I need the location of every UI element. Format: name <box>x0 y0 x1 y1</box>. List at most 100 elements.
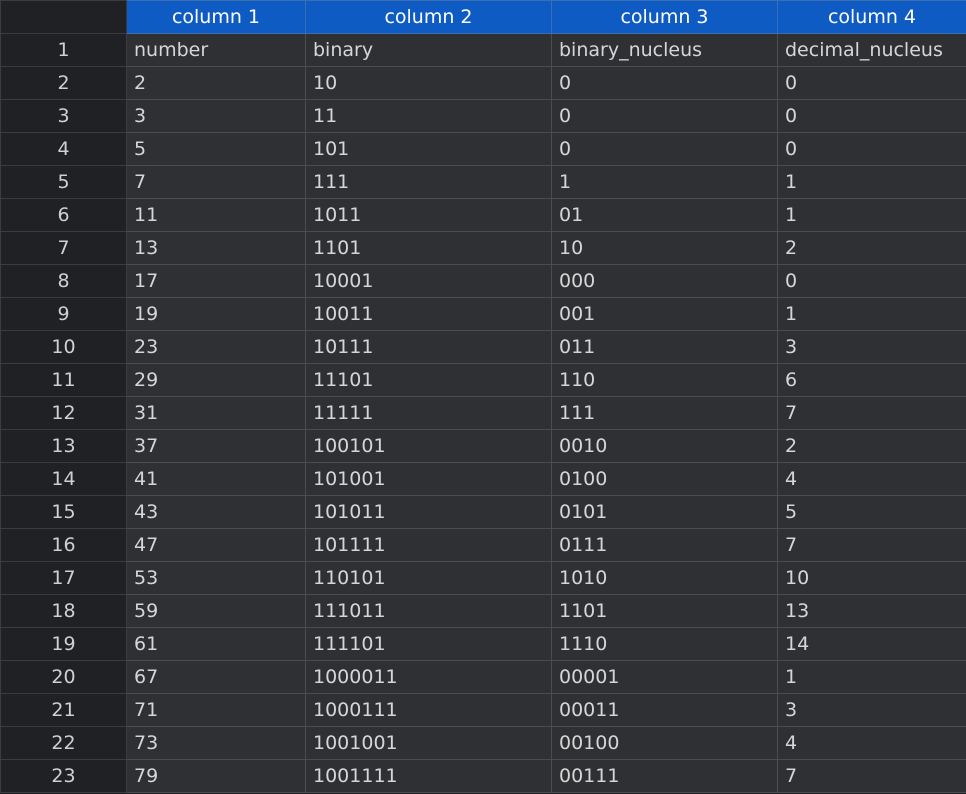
cell-col-2[interactable]: 1011 <box>305 198 552 232</box>
cell-col-3[interactable]: 00001 <box>551 660 778 694</box>
cell-col-2[interactable]: 11111 <box>305 396 552 430</box>
cell-col-2[interactable]: 110101 <box>305 561 552 595</box>
row-number[interactable]: 18 <box>0 594 127 628</box>
cell-col-2[interactable]: 10 <box>305 66 552 100</box>
cell-col-1[interactable]: 31 <box>126 396 306 430</box>
cell-col-3[interactable]: 0 <box>551 132 778 166</box>
cell-col-4[interactable]: 0 <box>777 132 966 166</box>
cell-col-4[interactable]: 4 <box>777 462 966 496</box>
corner-cell[interactable] <box>0 0 127 34</box>
cell-col-4[interactable]: 1 <box>777 297 966 331</box>
cell-col-1[interactable]: number <box>126 33 306 67</box>
cell-col-2[interactable]: 10111 <box>305 330 552 364</box>
cell-col-2[interactable]: 10001 <box>305 264 552 298</box>
cell-col-2[interactable]: 11101 <box>305 363 552 397</box>
row-number[interactable]: 19 <box>0 627 127 661</box>
cell-col-1[interactable]: 2 <box>126 66 306 100</box>
row-number[interactable]: 12 <box>0 396 127 430</box>
cell-col-3[interactable]: 111 <box>551 396 778 430</box>
cell-col-1[interactable]: 47 <box>126 528 306 562</box>
cell-col-2[interactable]: 101011 <box>305 495 552 529</box>
cell-col-1[interactable]: 37 <box>126 429 306 463</box>
row-number[interactable]: 23 <box>0 759 127 793</box>
row-number[interactable]: 20 <box>0 660 127 694</box>
cell-col-3[interactable]: 0 <box>551 66 778 100</box>
cell-col-2[interactable]: 111101 <box>305 627 552 661</box>
row-number[interactable]: 3 <box>0 99 127 133</box>
column-header-3[interactable]: column 3 <box>551 0 778 34</box>
cell-col-3[interactable]: 0100 <box>551 462 778 496</box>
cell-col-3[interactable]: 00100 <box>551 726 778 760</box>
cell-col-1[interactable]: 5 <box>126 132 306 166</box>
cell-col-4[interactable]: 5 <box>777 495 966 529</box>
cell-col-2[interactable]: 111011 <box>305 594 552 628</box>
cell-col-4[interactable]: 4 <box>777 726 966 760</box>
cell-col-1[interactable]: 11 <box>126 198 306 232</box>
row-number[interactable]: 17 <box>0 561 127 595</box>
cell-col-1[interactable]: 73 <box>126 726 306 760</box>
cell-col-1[interactable]: 29 <box>126 363 306 397</box>
row-number[interactable]: 11 <box>0 363 127 397</box>
row-number[interactable]: 6 <box>0 198 127 232</box>
cell-col-1[interactable]: 13 <box>126 231 306 265</box>
row-number[interactable]: 7 <box>0 231 127 265</box>
cell-col-4[interactable]: 2 <box>777 429 966 463</box>
cell-col-4[interactable]: 6 <box>777 363 966 397</box>
cell-col-1[interactable]: 23 <box>126 330 306 364</box>
cell-col-3[interactable]: 00011 <box>551 693 778 727</box>
cell-col-2[interactable]: 111 <box>305 165 552 199</box>
row-number[interactable]: 8 <box>0 264 127 298</box>
cell-col-1[interactable]: 59 <box>126 594 306 628</box>
column-header-2[interactable]: column 2 <box>305 0 552 34</box>
cell-col-2[interactable]: 1101 <box>305 231 552 265</box>
cell-col-4[interactable]: 7 <box>777 759 966 793</box>
cell-col-1[interactable]: 53 <box>126 561 306 595</box>
row-number[interactable]: 22 <box>0 726 127 760</box>
cell-col-1[interactable]: 7 <box>126 165 306 199</box>
cell-col-3[interactable]: 0 <box>551 99 778 133</box>
cell-col-4[interactable]: 7 <box>777 396 966 430</box>
cell-col-2[interactable]: 1000111 <box>305 693 552 727</box>
cell-col-2[interactable]: 1000011 <box>305 660 552 694</box>
row-number[interactable]: 4 <box>0 132 127 166</box>
cell-col-4[interactable]: decimal_nucleus <box>777 33 966 67</box>
cell-col-4[interactable]: 0 <box>777 66 966 100</box>
cell-col-4[interactable]: 2 <box>777 231 966 265</box>
row-number[interactable]: 9 <box>0 297 127 331</box>
cell-col-2[interactable]: 101111 <box>305 528 552 562</box>
cell-col-4[interactable]: 10 <box>777 561 966 595</box>
cell-col-4[interactable]: 1 <box>777 165 966 199</box>
row-number[interactable]: 1 <box>0 33 127 67</box>
cell-col-3[interactable]: 001 <box>551 297 778 331</box>
cell-col-4[interactable]: 0 <box>777 264 966 298</box>
cell-col-3[interactable]: 1110 <box>551 627 778 661</box>
cell-col-3[interactable]: 10 <box>551 231 778 265</box>
cell-col-2[interactable]: 11 <box>305 99 552 133</box>
row-number[interactable]: 10 <box>0 330 127 364</box>
cell-col-3[interactable]: 011 <box>551 330 778 364</box>
cell-col-1[interactable]: 41 <box>126 462 306 496</box>
column-header-4[interactable]: column 4 <box>777 0 966 34</box>
cell-col-4[interactable]: 7 <box>777 528 966 562</box>
row-number[interactable]: 2 <box>0 66 127 100</box>
cell-col-2[interactable]: 1001001 <box>305 726 552 760</box>
cell-col-1[interactable]: 17 <box>126 264 306 298</box>
cell-col-3[interactable]: 0010 <box>551 429 778 463</box>
cell-col-3[interactable]: 0111 <box>551 528 778 562</box>
row-number[interactable]: 16 <box>0 528 127 562</box>
cell-col-4[interactable]: 1 <box>777 198 966 232</box>
cell-col-1[interactable]: 3 <box>126 99 306 133</box>
cell-col-4[interactable]: 3 <box>777 330 966 364</box>
cell-col-3[interactable]: 1010 <box>551 561 778 595</box>
cell-col-4[interactable]: 3 <box>777 693 966 727</box>
cell-col-2[interactable]: 101001 <box>305 462 552 496</box>
cell-col-2[interactable]: 1001111 <box>305 759 552 793</box>
cell-col-1[interactable]: 79 <box>126 759 306 793</box>
cell-col-2[interactable]: 101 <box>305 132 552 166</box>
cell-col-1[interactable]: 19 <box>126 297 306 331</box>
cell-col-1[interactable]: 71 <box>126 693 306 727</box>
cell-col-1[interactable]: 61 <box>126 627 306 661</box>
cell-col-3[interactable]: 00111 <box>551 759 778 793</box>
cell-col-3[interactable]: 000 <box>551 264 778 298</box>
cell-col-4[interactable]: 1 <box>777 660 966 694</box>
